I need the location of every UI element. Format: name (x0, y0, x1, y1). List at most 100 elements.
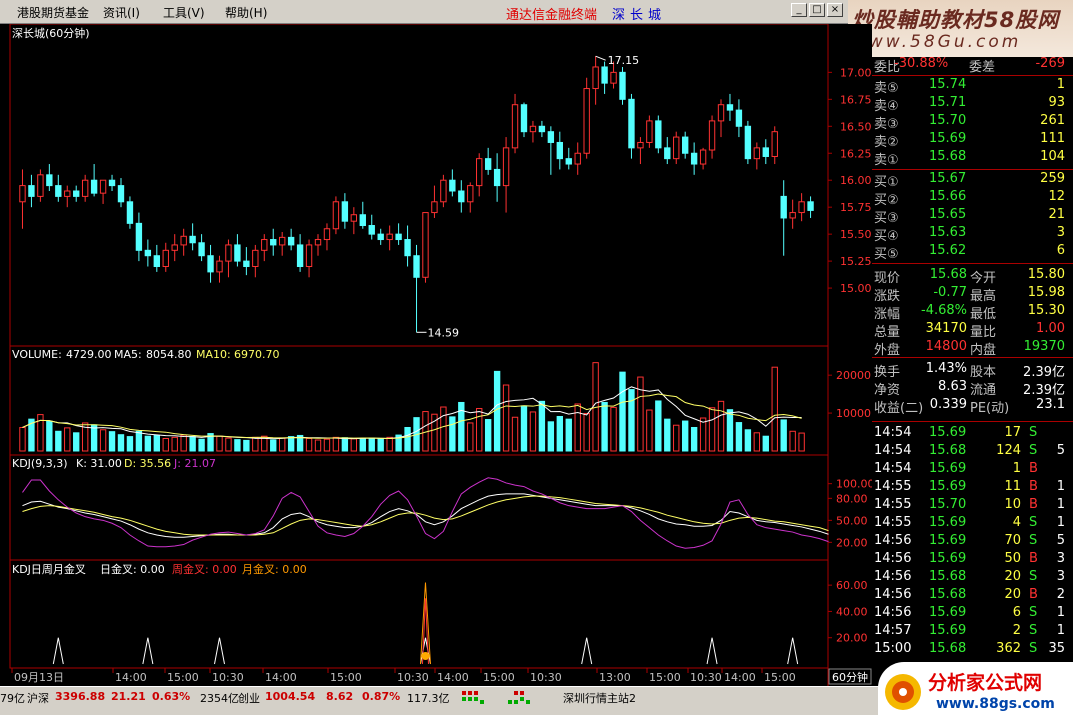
bid-row[interactable]: 买④ 15.63 3 (872, 225, 1073, 244)
candle[interactable] (682, 136, 689, 154)
minimize-button[interactable]: _ (791, 3, 807, 17)
candle[interactable] (305, 244, 313, 268)
candle[interactable] (135, 222, 143, 251)
candle[interactable] (323, 228, 331, 241)
menu-stocks-futures[interactable]: 港股期货基金 (17, 4, 89, 21)
candle[interactable] (717, 104, 725, 122)
candle[interactable] (637, 141, 644, 149)
candle[interactable] (395, 233, 402, 241)
candle[interactable] (189, 235, 196, 244)
candle[interactable] (789, 212, 796, 219)
candle[interactable] (520, 104, 528, 133)
candle[interactable] (646, 120, 653, 143)
candle[interactable] (126, 201, 134, 224)
candle[interactable] (332, 201, 340, 230)
candle[interactable] (556, 141, 563, 160)
candle[interactable] (287, 236, 295, 246)
candle[interactable] (252, 249, 259, 267)
ask-row[interactable]: 卖④ 15.71 93 (872, 95, 1073, 114)
candle[interactable] (807, 201, 814, 211)
candle[interactable] (73, 190, 80, 197)
candle[interactable] (458, 190, 465, 203)
candle[interactable] (46, 174, 53, 187)
candle[interactable] (234, 244, 241, 262)
maximize-button[interactable]: □ (809, 3, 825, 17)
close-button[interactable]: × (827, 3, 843, 17)
candle[interactable] (144, 249, 152, 257)
ask-row[interactable]: 卖③ 15.70 261 (872, 113, 1073, 132)
candle[interactable] (153, 255, 160, 267)
candle[interactable] (476, 158, 483, 187)
candle[interactable] (699, 149, 707, 165)
candle[interactable] (664, 147, 671, 160)
candle[interactable] (449, 179, 456, 192)
candle[interactable] (314, 239, 322, 246)
candle[interactable] (619, 71, 626, 100)
candle[interactable] (771, 131, 778, 157)
candle[interactable] (762, 147, 769, 157)
menu-help[interactable]: 帮助(H) (225, 4, 267, 21)
candle[interactable] (610, 71, 617, 84)
ask-row[interactable]: 卖⑤ 15.74 1 (872, 77, 1073, 96)
candle[interactable] (90, 179, 98, 194)
candle[interactable] (744, 125, 752, 160)
ask-row[interactable]: 卖① 15.68 104 (872, 149, 1073, 168)
bid-row[interactable]: 买② 15.66 12 (872, 189, 1073, 208)
candle[interactable] (225, 244, 232, 262)
candle[interactable] (81, 179, 89, 197)
candle[interactable] (601, 66, 608, 84)
candle[interactable] (467, 185, 474, 203)
candle[interactable] (708, 120, 716, 151)
candle[interactable] (261, 239, 268, 251)
candle[interactable] (735, 109, 743, 127)
candle[interactable] (404, 239, 411, 257)
candle[interactable] (377, 233, 384, 241)
candle[interactable] (493, 168, 501, 187)
candle[interactable] (37, 174, 44, 197)
candle[interactable] (440, 179, 447, 203)
candle[interactable] (538, 125, 546, 133)
menu-info[interactable]: 资讯(I) (103, 4, 140, 21)
chart-area[interactable]: 深长城(60分钟) 17.00 16.75 16.50 16.25 16.00 15.75 1… (0, 23, 875, 686)
period-label[interactable]: 60分钟 (832, 670, 868, 684)
candle[interactable] (117, 185, 125, 203)
candle[interactable] (207, 255, 214, 273)
candle[interactable] (296, 244, 304, 268)
candle[interactable] (279, 236, 286, 246)
candle[interactable] (690, 152, 698, 165)
candle[interactable] (216, 260, 223, 273)
candle[interactable] (529, 125, 537, 133)
bid-row[interactable]: 买⑤ 15.62 6 (872, 243, 1073, 262)
bid-row[interactable]: 买③ 15.65 21 (872, 207, 1073, 226)
candle[interactable] (753, 147, 761, 160)
candle[interactable] (341, 201, 349, 222)
candle[interactable] (413, 255, 420, 278)
candle[interactable] (28, 185, 35, 197)
candle[interactable] (99, 179, 107, 194)
kline-chart-canvas[interactable]: 深长城(60分钟)17.0016.7516.5016.2516.0015.751… (0, 23, 875, 686)
ask-row[interactable]: 卖② 15.69 111 (872, 131, 1073, 150)
candle[interactable] (359, 214, 366, 227)
candle[interactable] (368, 225, 375, 235)
candle[interactable] (162, 249, 169, 267)
candle[interactable] (19, 185, 26, 203)
candle[interactable] (502, 147, 510, 187)
candle[interactable] (673, 136, 680, 160)
candle[interactable] (655, 120, 662, 149)
candle[interactable] (386, 233, 393, 241)
bid-row[interactable]: 买① 15.67 259 (872, 171, 1073, 190)
candle[interactable] (780, 195, 787, 219)
candle[interactable] (422, 212, 429, 278)
candle[interactable] (547, 131, 555, 143)
candle[interactable] (171, 244, 178, 251)
candle[interactable] (798, 201, 805, 214)
candle[interactable] (583, 88, 590, 154)
candle[interactable] (270, 239, 277, 246)
candle[interactable] (350, 214, 358, 222)
candle[interactable] (574, 152, 581, 165)
candle[interactable] (55, 185, 62, 197)
candle[interactable] (243, 260, 250, 268)
candle[interactable] (484, 158, 492, 170)
candle[interactable] (565, 158, 572, 165)
candle[interactable] (431, 201, 438, 214)
